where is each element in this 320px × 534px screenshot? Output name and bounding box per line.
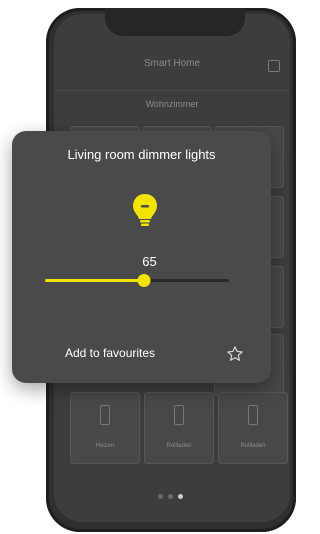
home-icon[interactable] (268, 60, 280, 72)
tile-label: Rollladen (240, 443, 266, 449)
page-dot[interactable] (168, 494, 173, 499)
dimmer-slider[interactable] (45, 274, 229, 287)
page-indicator[interactable] (158, 494, 183, 502)
room-title: Wohnzimmer (54, 90, 290, 117)
dimmer-title: Living room dimmer lights (67, 147, 216, 162)
favourite-label: Add to favourites (65, 346, 156, 360)
shutter-icon (248, 405, 258, 425)
slider-fill (45, 279, 144, 282)
tile-label: Heizen (95, 443, 115, 449)
tile-shutter[interactable]: Rollladen (144, 392, 214, 464)
tile-shutter[interactable]: Rollladen (218, 392, 288, 464)
dimmer-level: 65 (142, 254, 157, 269)
app-title: Smart Home (143, 58, 201, 69)
slider-thumb[interactable] (137, 274, 151, 287)
page-dot-active[interactable] (178, 494, 183, 499)
page-dot[interactable] (158, 494, 163, 499)
shutter-icon (174, 405, 184, 425)
tile-heating[interactable]: Heizen (70, 392, 140, 464)
phone-notch (105, 8, 245, 36)
lightbulb-icon[interactable] (131, 192, 159, 228)
thermostat-icon (100, 405, 110, 425)
tile-label: Rollladen (166, 443, 192, 449)
star-outline-icon[interactable] (226, 345, 244, 363)
